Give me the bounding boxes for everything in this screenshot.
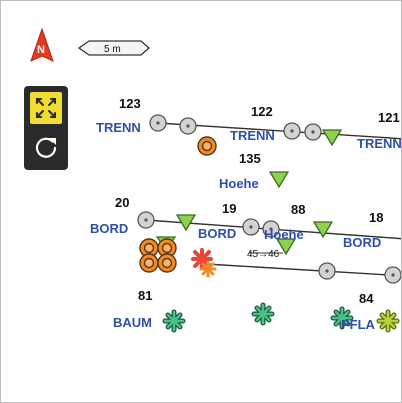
scale-bar: 5 m: [77, 40, 150, 56]
lower-line: [205, 263, 401, 277]
map-tools-panel: [24, 86, 68, 170]
scale-label: 5 m: [104, 44, 121, 55]
compass-north-icon[interactable]: N: [30, 27, 54, 62]
point-dot: [144, 218, 148, 222]
point-number: 18: [369, 210, 383, 225]
point-dot: [325, 269, 329, 273]
red-star-icon[interactable]: [191, 248, 217, 278]
code-label: Hoehe: [264, 227, 304, 242]
code-label: BAUM: [113, 315, 152, 330]
point-number: 88: [291, 202, 305, 217]
point-dot: [290, 129, 294, 133]
point-dot: [391, 273, 395, 277]
cluster-core: [161, 257, 173, 269]
code-label: Hoehe: [219, 176, 259, 191]
cluster-core: [143, 242, 155, 254]
tree-icon[interactable]: [162, 309, 186, 333]
refresh-icon: [35, 137, 57, 158]
code-label: TRENN: [357, 136, 401, 151]
survey-map-canvas[interactable]: 45→46 123 122 121 135 20 19 88 18 81 84 …: [1, 1, 401, 402]
point-dot: [249, 225, 253, 229]
point-number: 84: [359, 291, 374, 306]
hoehe-triangle-icon[interactable]: [268, 171, 290, 189]
refresh-button[interactable]: [30, 130, 62, 164]
point-number: 135: [239, 151, 261, 166]
tree-icon[interactable]: [251, 302, 275, 326]
hoehe-triangle-icon[interactable]: [312, 221, 334, 239]
point-number: 121: [378, 110, 400, 125]
code-label: BORD: [343, 235, 381, 250]
cluster-core: [161, 242, 173, 254]
fit-extent-button[interactable]: [30, 92, 62, 124]
point-number: 20: [115, 195, 129, 210]
point-number: 19: [222, 201, 236, 216]
code-label: TRENN: [96, 120, 141, 135]
plant-icon[interactable]: [376, 309, 400, 333]
compass-label: N: [37, 44, 45, 56]
code-label: PFLA: [341, 317, 376, 332]
code-label: BORD: [90, 221, 128, 236]
point-dot: [156, 121, 160, 125]
point-dot: [311, 130, 315, 134]
point-number: 122: [251, 104, 273, 119]
code-label: TRENN: [230, 128, 275, 143]
fit-extent-icon: [36, 98, 56, 118]
cluster-core: [143, 257, 155, 269]
cluster-core: [201, 140, 213, 152]
code-label: BORD: [198, 226, 236, 241]
point-dot: [186, 124, 190, 128]
point-number: 123: [119, 96, 141, 111]
point-number: 81: [138, 288, 152, 303]
map-view[interactable]: 45→46 123 122 121 135 20 19 88 18 81 84 …: [0, 0, 402, 403]
measure-label: 45→46: [247, 249, 280, 260]
hoehe-triangle-icon[interactable]: [321, 129, 343, 147]
